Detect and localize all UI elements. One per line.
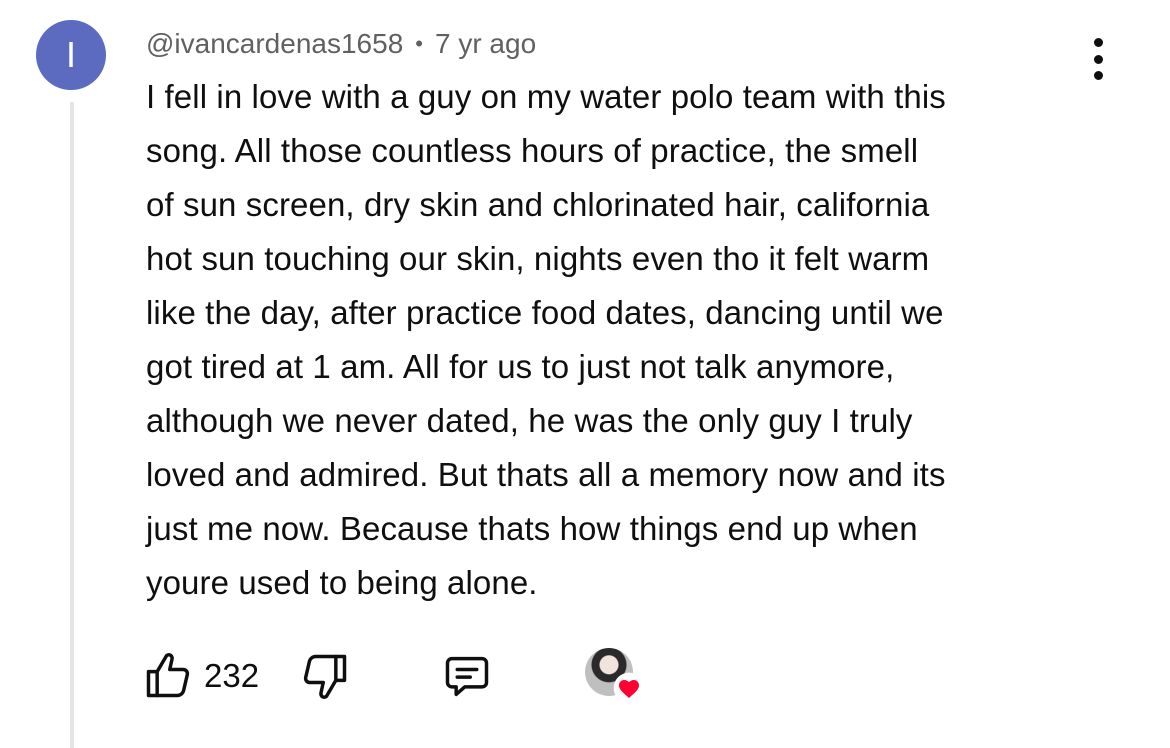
creator-heart-icon	[613, 672, 645, 704]
comment-line: I fell in love with a guy on my water po…	[146, 78, 946, 115]
thread-line	[70, 102, 74, 748]
comment-line: got tired at 1 am. All for us to just no…	[146, 348, 895, 385]
reply-button[interactable]	[439, 648, 495, 704]
comment-line: youre used to being alone.	[146, 564, 538, 601]
comment-actions: 232	[140, 646, 645, 706]
author-avatar[interactable]: I	[36, 20, 106, 90]
comment-line: just me now. Because thats how things en…	[146, 510, 918, 547]
author-avatar-letter: I	[65, 34, 76, 75]
author-handle[interactable]: @ivancardenas1658	[146, 28, 403, 60]
more-vertical-icon-dot	[1093, 54, 1103, 64]
more-vertical-icon-dot	[1093, 71, 1103, 80]
like-count: 232	[204, 657, 260, 694]
like-button[interactable]	[140, 648, 196, 704]
comment-timestamp[interactable]: 7 yr ago	[435, 28, 536, 60]
comment-line: of sun screen, dry skin and chlorinated …	[146, 186, 930, 223]
thumb-up-icon	[146, 653, 190, 698]
header-separator: •	[415, 31, 423, 56]
comment-line: loved and admired. But thats all a memor…	[146, 456, 946, 493]
comment-line: although we never dated, he was the only…	[146, 402, 913, 439]
more-vertical-icon-dot	[1093, 38, 1103, 47]
thumb-down-icon	[303, 654, 347, 699]
comment-line: hot sun touching our skin, nights even t…	[146, 240, 930, 277]
creator-heart-badge	[585, 646, 645, 706]
comment-header: @ivancardenas1658 • 7 yr ago	[146, 26, 536, 62]
comment-line: like the day, after practice food dates,…	[146, 294, 944, 331]
more-options-button[interactable]	[1084, 38, 1112, 80]
comment-body: I fell in love with a guy on my water po…	[146, 70, 1086, 610]
comment-line: song. All those countless hours of pract…	[146, 132, 919, 169]
comment-icon	[445, 656, 489, 697]
dislike-button[interactable]	[297, 648, 353, 704]
